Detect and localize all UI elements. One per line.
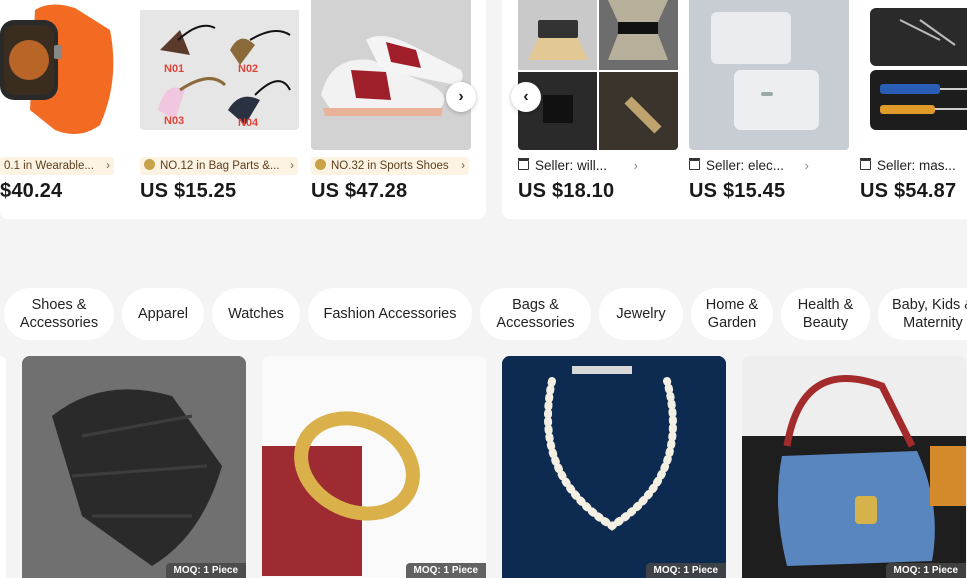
tag-label: N02 (238, 63, 258, 75)
product-card-pearl-necklace[interactable]: MOQ: 1 Piece (502, 356, 726, 578)
product-price: $40.24 (0, 180, 63, 202)
carousel-prev-button[interactable]: ‹ (511, 82, 541, 112)
product-price: US $15.25 (140, 180, 237, 202)
medal-icon (144, 159, 155, 170)
category-home-garden[interactable]: Home & Garden (691, 288, 773, 340)
carousel-next-button[interactable]: › (446, 82, 476, 112)
product-image-wall-lights[interactable] (518, 0, 678, 150)
product-card-bracelet[interactable]: MOQ: 1 Piece (262, 356, 486, 578)
store-icon (689, 158, 700, 170)
product-image-bracelet (262, 356, 486, 578)
moq-badge: MOQ: 1 Piece (645, 563, 726, 578)
chevron-left-icon: ‹ (523, 88, 529, 105)
ranking-badge[interactable]: 0.1 in Wearable... › (0, 157, 114, 175)
product-image-necklace (502, 356, 726, 578)
seller-products-panel: Seller: will... › US $18.10 Seller: elec.… (502, 0, 967, 219)
ranking-badge[interactable]: NO.12 in Bag Parts &... › (140, 157, 298, 175)
product-card-denim-bag[interactable]: MOQ: 1 Piece (742, 356, 966, 578)
product-card-tie[interactable]: MOQ: 1 Piece (22, 356, 246, 578)
ranked-products-panel: 0.1 in Wearable... › $40.24 N01 N02 N03 N… (0, 0, 486, 219)
category-apparel[interactable]: Apparel (122, 288, 204, 340)
category-shoes-accessories[interactable]: Shoes & Accessories (4, 288, 114, 340)
tag-label: N01 (164, 63, 184, 75)
category-fashion-accessories[interactable]: Fashion Accessories (308, 288, 472, 340)
category-watches[interactable]: Watches (212, 288, 300, 340)
store-icon (518, 158, 529, 170)
category-jewelry[interactable]: Jewelry (599, 288, 683, 340)
category-bags-accessories[interactable]: Bags & Accessories (480, 288, 591, 340)
product-card-partial (0, 356, 6, 578)
seller-link[interactable]: Seller: will... › (518, 157, 668, 175)
ranking-badge[interactable]: NO.32 in Sports Shoes › (311, 157, 469, 175)
product-price: US $54.87 (860, 180, 957, 202)
product-image-sneakers[interactable] (311, 0, 471, 150)
moq-badge: MOQ: 1 Piece (885, 563, 966, 578)
product-image-bag-charms[interactable]: N01 N02 N03 N04 (140, 10, 299, 130)
product-grid: MOQ: 1 Piece MOQ: 1 Piece MOQ: 1 Piece M… (0, 356, 967, 578)
tag-label: N04 (238, 117, 259, 129)
moq-badge: MOQ: 1 Piece (165, 563, 246, 578)
product-price: US $47.28 (311, 180, 408, 202)
seller-link[interactable]: Seller: mas... (860, 157, 967, 175)
product-image-denim-bag (742, 356, 966, 578)
product-price: US $15.45 (689, 180, 786, 202)
medal-icon (315, 159, 326, 170)
product-image-watch[interactable] (0, 0, 140, 150)
tag-label: N03 (164, 115, 184, 127)
store-icon (860, 158, 871, 170)
product-image-power-bank[interactable] (689, 0, 849, 150)
chevron-right-icon: › (458, 88, 464, 105)
seller-link[interactable]: Seller: elec... › (689, 157, 839, 175)
category-baby-kids-maternity[interactable]: Baby, Kids & Maternity (878, 288, 967, 340)
category-health-beauty[interactable]: Health & Beauty (781, 288, 870, 340)
product-image-tie (22, 356, 246, 578)
product-price: US $18.10 (518, 180, 615, 202)
moq-badge: MOQ: 1 Piece (405, 563, 486, 578)
category-bar: Shoes & Accessories Apparel Watches Fash… (0, 288, 967, 340)
product-image-tool-kit[interactable] (860, 0, 967, 150)
